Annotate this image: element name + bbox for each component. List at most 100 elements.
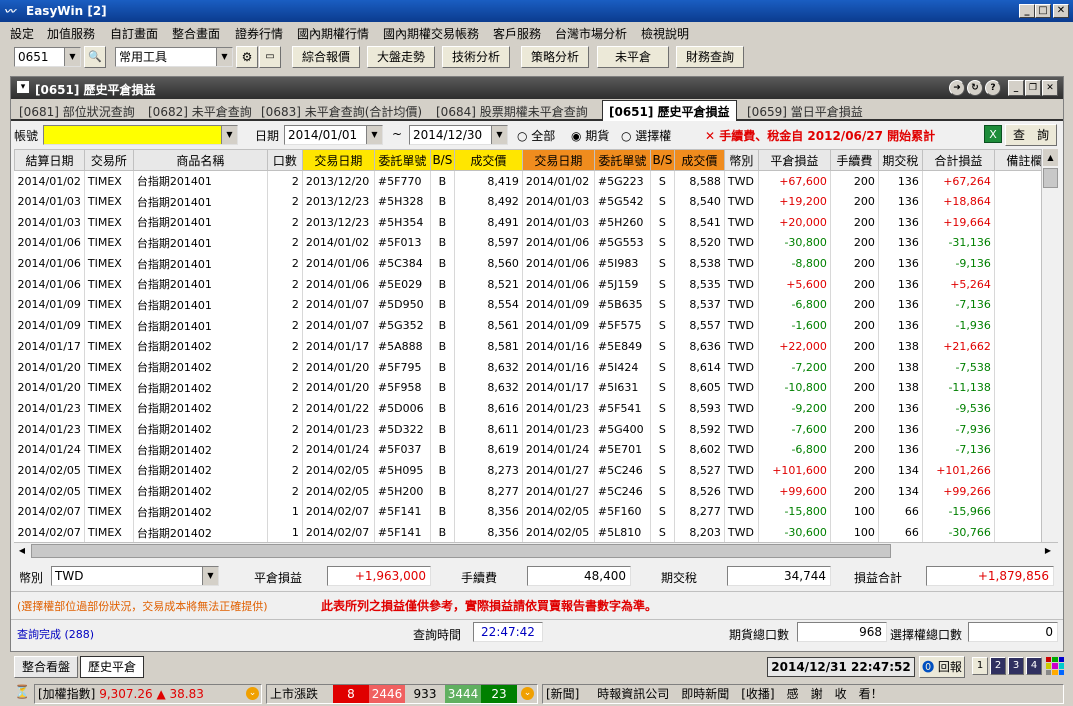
report-button[interactable]: ⓿ 回報 — [919, 656, 965, 678]
header-close-order[interactable]: 委託單號 — [593, 149, 651, 171]
tab-0681[interactable]: [0681] 部位狀況查詢 — [19, 103, 135, 120]
chevron-down-icon[interactable]: ▼ — [216, 48, 232, 66]
scroll-left-icon[interactable]: ◀ — [14, 543, 30, 559]
menu-value-services[interactable]: 加值服務 — [47, 25, 95, 42]
table-row[interactable]: 2014/01/06 TIMEX 台指期201401 2 2014/01/06 #5C38… — [14, 253, 1055, 274]
page-4-button[interactable]: 4 — [1026, 657, 1042, 675]
menu-settings[interactable]: 設定 — [10, 25, 34, 42]
chevron-down-icon[interactable]: ▼ — [221, 126, 237, 144]
chevron-down-icon[interactable]: ⌄ — [521, 687, 534, 700]
chevron-down-icon[interactable]: ▼ — [491, 126, 507, 144]
function-code-input[interactable]: 0651 ▼ — [14, 47, 81, 67]
panel-close-button[interactable]: ✕ — [1042, 80, 1058, 96]
table-row[interactable]: 2014/01/20 TIMEX 台指期201402 2 2014/01/20 #5F95… — [14, 377, 1055, 399]
refresh-icon[interactable]: ↻ — [967, 80, 983, 96]
chevron-down-icon[interactable]: ▼ — [202, 567, 218, 585]
header-total-pnl[interactable]: 合計損益 — [921, 149, 995, 171]
table-row[interactable]: 2014/01/06 TIMEX 台指期201401 2 2014/01/02 #5F01… — [14, 232, 1055, 254]
radio-futures[interactable]: ◉ 期貨 — [571, 127, 609, 144]
page-1-button[interactable]: 1 — [972, 657, 988, 675]
minimize-button[interactable]: _ — [1019, 4, 1035, 18]
currency-select[interactable]: TWD ▼ — [51, 566, 219, 586]
header-settle-date[interactable]: 結算日期 — [14, 149, 85, 171]
tab-0651[interactable]: [0651] 歷史平倉損益 — [602, 100, 737, 121]
header-tax[interactable]: 期交稅 — [877, 149, 923, 171]
table-row[interactable]: 2014/01/23 TIMEX 台指期201402 2 2014/01/23 #5D32… — [14, 418, 1055, 440]
table-row[interactable]: 2014/01/23 TIMEX 台指期201402 2 2014/01/22 #5D00… — [14, 398, 1055, 419]
header-close-date[interactable]: 交易日期 — [521, 149, 595, 171]
tab-0684[interactable]: [0684] 股票期權未平倉查詢 — [436, 103, 588, 120]
query-button[interactable]: 查 詢 — [1005, 124, 1057, 146]
chevron-down-icon[interactable]: ▼ — [64, 48, 80, 66]
table-row[interactable]: 2014/01/06 TIMEX 台指期201401 2 2014/01/06 #5E02… — [14, 273, 1055, 295]
vertical-scrollbar[interactable]: ▲ — [1041, 149, 1058, 542]
header-close-price[interactable]: 成交價 — [673, 149, 725, 171]
open-position-button[interactable]: 未平倉 — [597, 46, 669, 68]
help-icon[interactable]: ? — [985, 80, 1001, 96]
tab-0659[interactable]: [0659] 當日平倉損益 — [747, 103, 863, 120]
tab-0683[interactable]: [0683] 未平倉查詢(合計均價) — [261, 103, 422, 120]
table-row[interactable]: 2014/01/09 TIMEX 台指期201401 2 2014/01/07 #5G35… — [14, 315, 1055, 336]
page-3-button[interactable]: 3 — [1008, 657, 1024, 675]
window-icon[interactable]: ▭ — [259, 46, 281, 68]
maximize-button[interactable]: □ — [1035, 4, 1051, 18]
menu-securities-quotes[interactable]: 證券行情 — [235, 25, 283, 42]
table-row[interactable]: 2014/01/24 TIMEX 台指期201402 2 2014/01/24 #5F03… — [14, 439, 1055, 461]
date-to-input[interactable]: 2014/12/30 ▼ — [409, 125, 508, 145]
menu-futures-quotes[interactable]: 國內期權行情 — [297, 25, 369, 42]
date-from-input[interactable]: 2014/01/01 ▼ — [284, 125, 383, 145]
forward-icon[interactable]: ➜ — [949, 80, 965, 96]
tab-history-close[interactable]: 歷史平倉 — [80, 656, 144, 678]
header-open-date[interactable]: 交易日期 — [301, 149, 375, 171]
tab-integrated[interactable]: 整合看盤 — [14, 656, 78, 678]
table-row[interactable]: 2014/01/09 TIMEX 台指期201401 2 2014/01/07 #5D95… — [14, 294, 1055, 316]
close-button[interactable]: ✕ — [1053, 4, 1069, 18]
horizontal-scrollbar[interactable]: ◀ ▶ — [14, 542, 1058, 559]
table-row[interactable]: 2014/01/02 TIMEX 台指期201401 2 2013/12/20 #5F77… — [14, 170, 1055, 192]
header-qty[interactable]: 口數 — [266, 149, 303, 171]
scroll-up-icon[interactable]: ▲ — [1043, 149, 1058, 166]
menu-futures-accounts[interactable]: 國內期權交易帳務 — [383, 25, 479, 42]
menu-help[interactable]: 檢視說明 — [641, 25, 689, 42]
header-open-bs[interactable]: B/S — [429, 149, 455, 171]
chevron-down-icon[interactable]: ▼ — [366, 126, 382, 144]
menu-integrated-screen[interactable]: 整合畫面 — [172, 25, 220, 42]
radio-options[interactable]: ○ 選擇權 — [621, 127, 671, 144]
tab-0682[interactable]: [0682] 未平倉查詢 — [148, 103, 252, 120]
header-currency[interactable]: 幣別 — [723, 149, 759, 171]
table-row[interactable]: 2014/01/03 TIMEX 台指期201401 2 2013/12/23 #5H32… — [14, 191, 1055, 212]
market-trend-button[interactable]: 大盤走勢 — [367, 46, 435, 68]
header-exchange[interactable]: 交易所 — [83, 149, 134, 171]
hscroll-thumb[interactable] — [31, 544, 891, 558]
table-row[interactable]: 2014/01/20 TIMEX 台指期201402 2 2014/01/20 #5F79… — [14, 356, 1055, 378]
header-product[interactable]: 商品名稱 — [132, 149, 268, 171]
tech-analysis-button[interactable]: 技術分析 — [442, 46, 510, 68]
excel-export-icon[interactable]: X — [984, 125, 1002, 143]
scroll-right-icon[interactable]: ▶ — [1040, 543, 1056, 559]
header-close-bs[interactable]: B/S — [649, 149, 675, 171]
strategy-button[interactable]: 策略分析 — [521, 46, 589, 68]
scroll-thumb[interactable] — [1043, 168, 1058, 188]
financial-query-button[interactable]: 財務查詢 — [676, 46, 744, 68]
table-row[interactable]: 2014/02/05 TIMEX 台指期201402 2 2014/02/05 #5H20… — [14, 480, 1055, 502]
table-row[interactable]: 2014/02/07 TIMEX 台指期201402 1 2014/02/07 #5F14… — [14, 501, 1055, 523]
account-select[interactable]: ▼ — [43, 125, 238, 145]
table-row[interactable]: 2014/01/03 TIMEX 台指期201401 2 2013/12/23 #5H35… — [14, 211, 1055, 233]
search-icon[interactable]: 🔍 — [84, 46, 106, 68]
panel-restore-button[interactable]: ❐ — [1025, 80, 1041, 96]
gear-icon[interactable]: ⚙ — [236, 46, 258, 68]
panel-minimize-button[interactable]: _ — [1008, 80, 1024, 96]
menu-custom-screen[interactable]: 自訂畫面 — [110, 25, 158, 42]
menu-market-analysis[interactable]: 台灣市場分析 — [555, 25, 627, 42]
table-row[interactable]: 2014/02/07 TIMEX 台指期201402 1 2014/02/07 #5F14… — [14, 522, 1055, 543]
header-open-order[interactable]: 委託單號 — [373, 149, 431, 171]
quote-button[interactable]: 綜合報價 — [292, 46, 360, 68]
tools-select[interactable]: 常用工具 ▼ — [115, 47, 233, 67]
menu-customer-service[interactable]: 客戶服務 — [493, 25, 541, 42]
grid-layout-icon[interactable] — [1046, 657, 1064, 675]
header-close-pnl[interactable]: 平倉損益 — [757, 149, 831, 171]
chevron-down-icon[interactable]: ⌄ — [246, 687, 259, 700]
header-open-price[interactable]: 成交價 — [453, 149, 523, 171]
header-fee[interactable]: 手續費 — [829, 149, 879, 171]
table-row[interactable]: 2014/02/05 TIMEX 台指期201402 2 2014/02/05 #5H09… — [14, 460, 1055, 481]
